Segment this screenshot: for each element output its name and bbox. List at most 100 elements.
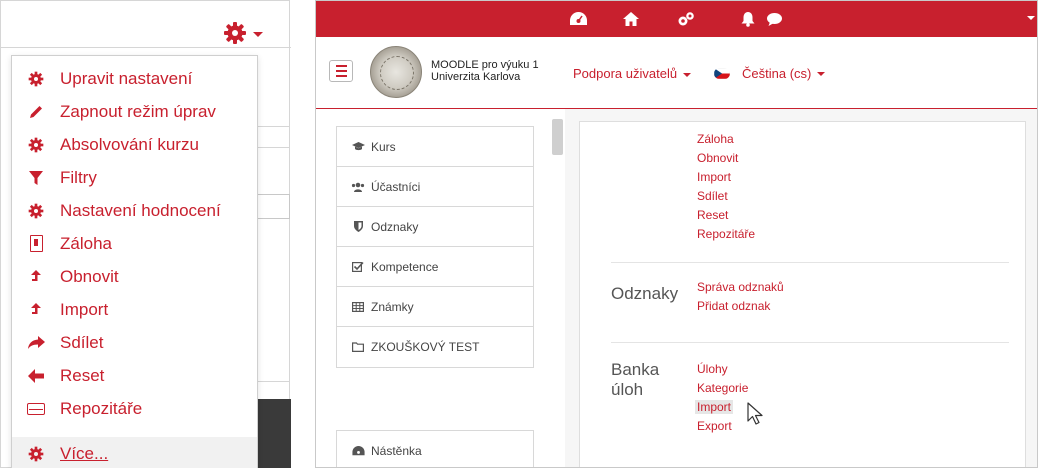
users-icon xyxy=(351,182,365,192)
nav-item-label: Účastníci xyxy=(371,179,421,194)
upload-arrow-icon xyxy=(26,300,46,320)
language-menu[interactable]: Čeština (cs) xyxy=(714,66,826,81)
menu-item-label: Upravit nastavení xyxy=(60,68,193,88)
nav-item-label: Odznaky xyxy=(371,219,419,234)
divider xyxy=(257,147,290,148)
course-admin-panel: Upravit nastavení Zapnout režim úprav Ab… xyxy=(0,0,291,468)
nav-item-exam-test[interactable]: ZKOUŠKOVÝ TEST xyxy=(337,327,533,367)
cogs-icon[interactable] xyxy=(677,10,695,28)
link-categories[interactable]: Kategorie xyxy=(697,381,748,395)
gear-icon xyxy=(224,22,246,44)
link-restore[interactable]: Obnovit xyxy=(697,151,738,165)
nav-item-competencies[interactable]: Kompetence xyxy=(337,247,533,287)
link-manage-badges[interactable]: Správa odznaků xyxy=(697,280,784,294)
nav-item-dashboard[interactable]: Nástěnka xyxy=(337,431,533,467)
link-share[interactable]: Sdílet xyxy=(697,189,728,203)
link-import[interactable]: Import xyxy=(697,170,731,184)
menu-item-label: Reset xyxy=(60,365,105,385)
menu-item-share[interactable]: Sdílet xyxy=(12,326,257,359)
menu-item-label: Absolvování kurzu xyxy=(60,134,199,154)
dashboard-icon[interactable] xyxy=(569,10,587,28)
support-menu-label: Podpora uživatelů xyxy=(573,66,678,81)
nav-item-label: Nástěnka xyxy=(371,444,422,458)
menu-item-restore[interactable]: Obnovit xyxy=(12,260,257,293)
menu-item-backup[interactable]: Záloha xyxy=(12,227,257,260)
menu-item-label: Sdílet xyxy=(60,332,104,352)
link-question-import[interactable]: Import xyxy=(695,400,734,414)
bell-icon[interactable] xyxy=(739,10,757,28)
folder-icon xyxy=(351,342,365,352)
home-icon[interactable] xyxy=(622,10,640,28)
section-title-question-bank: Banka úloh xyxy=(611,360,659,400)
nav-item-label: ZKOUŠKOVÝ TEST xyxy=(371,340,480,354)
chevron-down-icon xyxy=(817,71,826,76)
divider xyxy=(611,342,1009,343)
divider xyxy=(257,381,290,382)
user-menu-caret-icon[interactable] xyxy=(1027,16,1035,20)
support-menu[interactable]: Podpora uživatelů xyxy=(573,66,692,81)
link-backup[interactable]: Záloha xyxy=(697,132,734,146)
link-reset[interactable]: Reset xyxy=(697,208,728,222)
table-icon xyxy=(351,301,365,312)
nav-item-participants[interactable]: Účastníci xyxy=(337,167,533,207)
background-field xyxy=(257,194,290,219)
section-title-line: Banka xyxy=(611,360,660,379)
menu-item-edit-mode[interactable]: Zapnout režim úprav xyxy=(12,95,257,128)
nav-item-course[interactable]: Kurs xyxy=(337,127,533,167)
share-arrow-icon xyxy=(26,333,46,353)
link-add-badge[interactable]: Přidat odznak xyxy=(697,299,770,313)
gear-icon xyxy=(26,444,46,464)
gear-icon xyxy=(26,69,46,89)
top-navbar xyxy=(316,1,1037,37)
link-export[interactable]: Export xyxy=(697,419,732,433)
pencil-icon xyxy=(26,102,46,122)
arrow-left-icon xyxy=(26,366,46,386)
hamburger-menu-button[interactable] xyxy=(329,60,353,82)
upload-arrow-icon xyxy=(26,267,46,287)
menu-item-grade-settings[interactable]: Nastavení hodnocení xyxy=(12,194,257,227)
background-footer xyxy=(258,399,291,468)
gear-icon xyxy=(26,135,46,155)
section-title-line: úloh xyxy=(611,380,644,399)
university-seal-logo[interactable] xyxy=(370,46,422,98)
course-administration-card: Záloha Obnovit Import Sdílet Reset Repoz… xyxy=(579,121,1026,467)
main-content: Záloha Obnovit Import Sdílet Reset Repoz… xyxy=(565,109,1037,467)
menu-item-filters[interactable]: Filtry xyxy=(12,161,257,194)
nav-scrollbar[interactable] xyxy=(552,119,563,155)
course-actions-menu-toggle[interactable] xyxy=(223,21,263,45)
nav-item-badges[interactable]: Odznaky xyxy=(337,207,533,247)
divider xyxy=(257,126,290,127)
menu-item-edit-settings[interactable]: Upravit nastavení xyxy=(12,62,257,95)
nav-drawer: Kurs Účastníci Odznaky Kompetence Známky xyxy=(336,126,534,368)
chevron-down-icon xyxy=(253,32,263,37)
nav-item-grades[interactable]: Známky xyxy=(337,287,533,327)
menu-item-label: Repozitáře xyxy=(60,398,143,418)
site-name[interactable]: MOODLE pro výuku 1 Univerzita Karlova xyxy=(431,59,539,83)
language-menu-label: Čeština (cs) xyxy=(742,66,812,81)
course-actions-dropdown: Upravit nastavení Zapnout režim úprav Ab… xyxy=(11,55,258,468)
link-questions[interactable]: Úlohy xyxy=(697,362,728,376)
menu-item-label: Import xyxy=(60,299,109,319)
nav-item-label: Kompetence xyxy=(371,259,439,274)
menu-item-label: Nastavení hodnocení xyxy=(60,200,221,220)
shield-icon xyxy=(351,221,365,232)
dashboard-icon xyxy=(351,446,365,456)
chat-bubble-icon[interactable] xyxy=(765,10,783,28)
link-repositories[interactable]: Repozitáře xyxy=(697,227,755,241)
nav-item-label: Kurs xyxy=(371,139,396,154)
menu-item-label: Záloha xyxy=(60,233,112,253)
section-title-badges: Odznaky xyxy=(611,284,679,303)
nav-drawer-secondary: Nástěnka xyxy=(336,430,534,467)
menu-item-import[interactable]: Import xyxy=(12,293,257,326)
drive-icon xyxy=(26,399,46,419)
moodle-course-admin-screen: MOODLE pro výuku 1 Univerzita Karlova Po… xyxy=(315,0,1038,468)
menu-item-repositories[interactable]: Repozitáře xyxy=(12,392,257,425)
site-name-line1: MOODLE pro výuku 1 xyxy=(431,59,539,71)
menu-item-reset[interactable]: Reset xyxy=(12,359,257,392)
menu-item-course-completion[interactable]: Absolvování kurzu xyxy=(12,128,257,161)
menu-item-more[interactable]: Více... xyxy=(12,437,257,468)
menu-item-label: Zapnout režim úprav xyxy=(60,101,216,121)
menu-item-label: Více... xyxy=(60,443,109,463)
menu-item-label: Obnovit xyxy=(60,266,119,286)
backup-file-icon xyxy=(26,234,46,254)
